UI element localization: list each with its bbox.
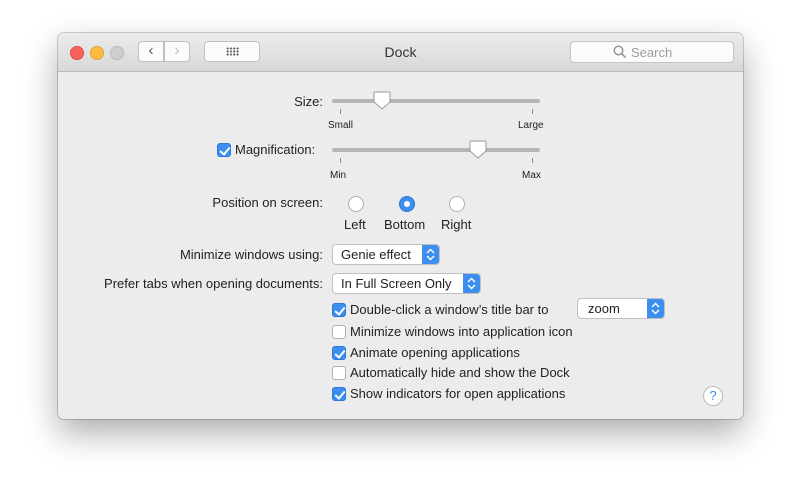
double-click-label: Double-click a window’s title bar to <box>350 302 549 317</box>
help-icon: ? <box>709 388 717 403</box>
magnification-label: Magnification: <box>235 142 316 157</box>
position-left-radio[interactable] <box>348 196 364 212</box>
double-click-checkbox[interactable] <box>332 303 346 317</box>
dock-preferences-window: ‹ › Dock Search Size: Small Large Magnif… <box>58 33 743 419</box>
minimize-effect-popup[interactable]: Genie effect <box>332 244 440 265</box>
size-min-label: Small <box>328 120 354 131</box>
show-all-button[interactable] <box>204 41 260 62</box>
zoom-window-button[interactable] <box>110 46 124 60</box>
search-icon <box>613 45 627 59</box>
search-field[interactable]: Search <box>570 41 734 63</box>
minimize-window-button[interactable] <box>90 46 104 60</box>
back-button[interactable]: ‹ <box>138 41 164 62</box>
position-label: Position on screen: <box>212 195 323 210</box>
prefer-tabs-popup[interactable]: In Full Screen Only <box>332 273 481 294</box>
title-bar: ‹ › Dock Search <box>58 33 743 72</box>
minimize-into-icon-checkbox[interactable] <box>332 325 346 339</box>
magnification-max-label: Max <box>522 170 541 181</box>
autohide-dock-checkbox[interactable] <box>332 366 346 380</box>
forward-button[interactable]: › <box>164 41 190 62</box>
prefer-tabs-label: Prefer tabs when opening documents: <box>104 276 323 291</box>
position-left-label: Left <box>344 217 366 232</box>
help-button[interactable]: ? <box>703 386 723 406</box>
animate-apps-checkbox[interactable] <box>332 346 346 360</box>
magnification-checkbox[interactable] <box>217 143 231 157</box>
size-label: Size: <box>294 94 323 109</box>
forward-chevron-icon: › <box>174 42 180 59</box>
position-bottom-label: Bottom <box>384 217 426 232</box>
close-window-button[interactable] <box>70 46 84 60</box>
minimize-using-label: Minimize windows using: <box>179 247 323 262</box>
popup-arrows-icon <box>463 274 480 293</box>
autohide-dock-label: Automatically hide and show the Dock <box>350 365 570 380</box>
minimize-effect-value: Genie effect <box>341 247 411 262</box>
grid-icon <box>226 47 239 56</box>
magnification-slider[interactable] <box>332 140 542 163</box>
back-chevron-icon: ‹ <box>148 42 154 59</box>
popup-arrows-icon <box>422 245 439 264</box>
double-click-action-popup[interactable]: zoom <box>577 298 665 319</box>
size-slider[interactable] <box>332 91 542 114</box>
search-placeholder: Search <box>631 45 673 60</box>
size-slider-knob[interactable] <box>373 91 391 111</box>
double-click-action-value: zoom <box>588 301 620 316</box>
size-max-label: Large <box>518 120 544 131</box>
animate-apps-label: Animate opening applications <box>350 345 520 360</box>
position-right-label: Right <box>441 217 472 232</box>
position-right-radio[interactable] <box>449 196 465 212</box>
show-indicators-label: Show indicators for open applications <box>350 386 566 401</box>
magnification-min-label: Min <box>330 170 347 181</box>
magnification-slider-knob[interactable] <box>469 140 487 160</box>
prefer-tabs-value: In Full Screen Only <box>341 276 452 291</box>
popup-arrows-icon <box>647 299 664 318</box>
position-bottom-radio[interactable] <box>399 196 415 212</box>
minimize-into-icon-label: Minimize windows into application icon <box>350 324 573 339</box>
show-indicators-checkbox[interactable] <box>332 387 346 401</box>
